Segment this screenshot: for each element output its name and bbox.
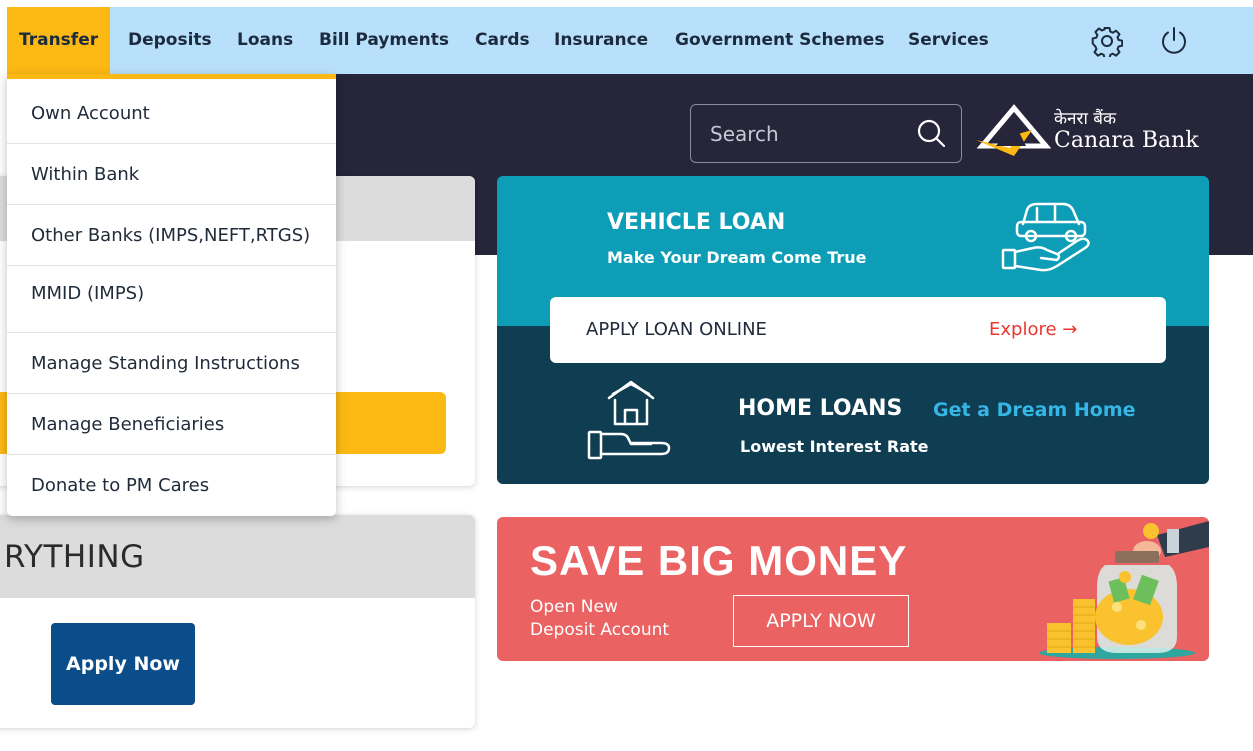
nav-item-transfer[interactable]: Transfer xyxy=(7,7,111,74)
apply-loan-online-bar[interactable]: APPLY LOAN ONLINE Explore → xyxy=(550,297,1166,363)
save-big-money-card: SAVE BIG MONEY Open New Deposit Account … xyxy=(497,517,1209,661)
car-in-hand-icon xyxy=(1001,202,1090,272)
menu-item-other-banks[interactable]: Other Banks (IMPS,NEFT,RTGS) xyxy=(7,205,336,266)
nav-item-services[interactable]: Services xyxy=(908,7,989,74)
search-box[interactable] xyxy=(690,104,962,163)
save-subtitle-line1: Open New xyxy=(530,597,618,617)
nav-item-bill-payments[interactable]: Bill Payments xyxy=(319,7,449,74)
top-navigation-bar: Transfer Deposits Loans Bill Payments Ca… xyxy=(7,7,1253,74)
home-loans-subtitle: Lowest Interest Rate xyxy=(740,437,929,456)
everything-heading: RYTHING xyxy=(4,539,145,575)
gear-icon[interactable] xyxy=(1091,25,1123,57)
nav-item-cards[interactable]: Cards xyxy=(475,7,530,74)
loan-promo-card: VEHICLE LOAN Make Your Dream Come True A… xyxy=(497,176,1209,484)
search-icon[interactable] xyxy=(915,118,947,150)
nav-item-insurance[interactable]: Insurance xyxy=(554,7,648,74)
menu-item-manage-beneficiaries[interactable]: Manage Beneficiaries xyxy=(7,394,336,455)
house-in-hand-icon xyxy=(587,380,671,460)
logo-text-hindi: केनरा बैंक xyxy=(1054,109,1117,129)
nav-item-deposits[interactable]: Deposits xyxy=(128,7,212,74)
home-loans-tagline: Get a Dream Home xyxy=(933,399,1136,421)
vehicle-loan-subtitle: Make Your Dream Come True xyxy=(607,248,867,267)
save-subtitle-line2: Deposit Account xyxy=(530,620,670,640)
canara-bank-logo[interactable]: केनरा बैंक Canara Bank xyxy=(974,100,1214,166)
apply-loan-online-text: APPLY LOAN ONLINE xyxy=(586,319,767,340)
nav-item-loans[interactable]: Loans xyxy=(237,7,293,74)
transfer-dropdown-menu: Own Account Within Bank Other Banks (IMP… xyxy=(7,74,336,516)
home-loans-title: HOME LOANS xyxy=(738,396,903,421)
apply-now-button[interactable]: Apply Now xyxy=(51,623,195,705)
explore-link[interactable]: Explore → xyxy=(989,319,1077,340)
menu-item-within-bank[interactable]: Within Bank xyxy=(7,144,336,205)
apply-now-deposit-button[interactable]: APPLY NOW xyxy=(733,595,909,647)
power-icon[interactable] xyxy=(1158,25,1190,57)
menu-item-mmid-imps[interactable]: MMID (IMPS) xyxy=(7,266,336,333)
vehicle-loan-title: VEHICLE LOAN xyxy=(607,210,786,235)
logo-text-english: Canara Bank xyxy=(1054,128,1199,153)
left-card-bottom-header: RYTHING xyxy=(0,515,475,598)
search-input[interactable] xyxy=(710,122,900,146)
menu-item-donate-pm-cares[interactable]: Donate to PM Cares xyxy=(7,455,336,516)
coin-jar-illustration xyxy=(1039,521,1209,659)
save-big-money-title: SAVE BIG MONEY xyxy=(530,537,908,584)
menu-item-manage-standing-instructions[interactable]: Manage Standing Instructions xyxy=(7,333,336,394)
nav-item-government-schemes[interactable]: Government Schemes xyxy=(675,7,884,74)
logo-mark-icon xyxy=(976,104,1052,156)
menu-item-own-account[interactable]: Own Account xyxy=(7,83,336,144)
